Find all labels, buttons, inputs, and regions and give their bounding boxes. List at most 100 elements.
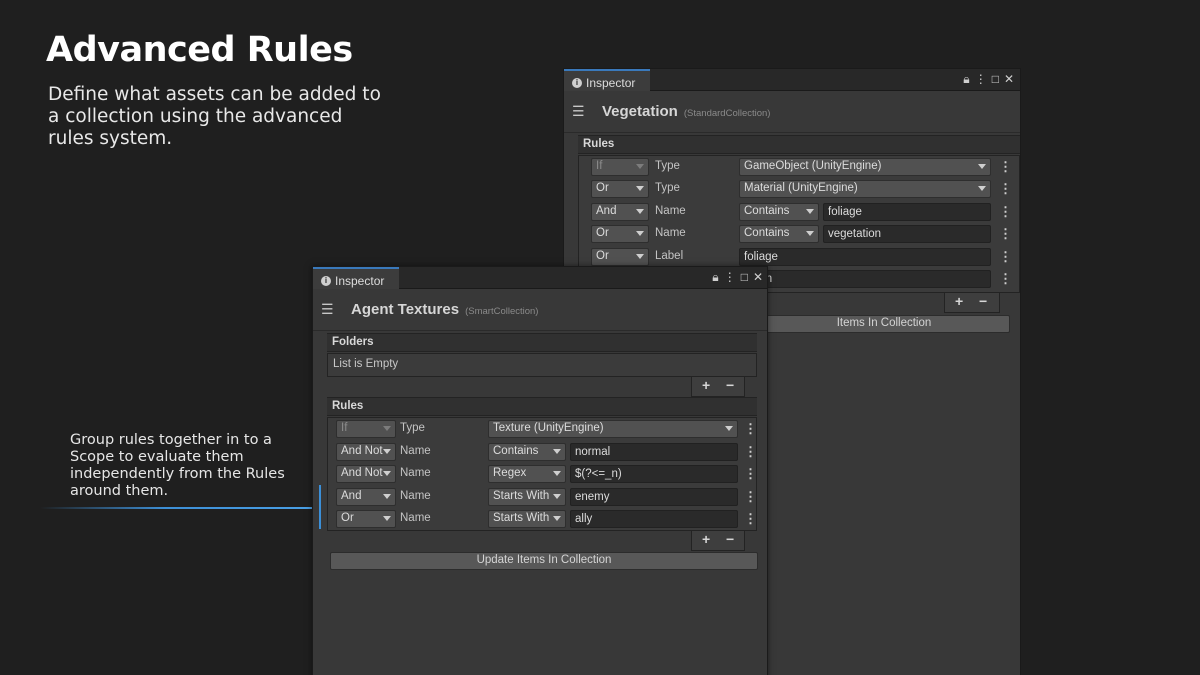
rule-operator-dropdown[interactable]: Or xyxy=(336,510,396,528)
window-controls: 🔒︎ ⋮ □ ✕ xyxy=(712,270,763,285)
rules-section-header[interactable]: Rules xyxy=(327,397,757,416)
rule-text-input[interactable]: vegetation xyxy=(823,225,991,243)
rule-operator-dropdown[interactable]: And xyxy=(336,488,396,506)
add-folder-button[interactable]: + xyxy=(702,377,710,393)
window-controls: 🔒︎ ⋮ □ ✕ xyxy=(963,72,1014,87)
rule-field-label: Name xyxy=(655,227,686,239)
rule-field-label: Name xyxy=(400,512,431,524)
rule-row: Or Type Material (UnityEngine) ⋮ xyxy=(583,178,1015,200)
callout-text: Group rules together in to a Scope to ev… xyxy=(70,432,285,499)
rule-text-input[interactable]: tation xyxy=(739,270,991,288)
collection-title: Vegetation (StandardCollection) xyxy=(602,103,771,120)
rule-row: Or Name Contains vegetation ⋮ xyxy=(583,223,1015,245)
smart-layers-icon: ☰ xyxy=(321,301,334,317)
rule-field-label: Name xyxy=(400,490,431,502)
rule-condition-dropdown[interactable]: Contains xyxy=(739,203,819,221)
rule-value-dropdown[interactable]: Texture (UnityEngine) xyxy=(488,420,738,438)
rule-condition-dropdown[interactable]: Regex xyxy=(488,465,566,483)
slide-subtitle: Define what assets can be added to a col… xyxy=(48,84,381,149)
rules-list: If Type Texture (UnityEngine) ⋮ And Not … xyxy=(327,417,757,531)
rule-text-input[interactable]: foliage xyxy=(739,248,991,266)
tab-label: Inspector xyxy=(335,273,385,288)
rule-condition-dropdown[interactable]: Starts With xyxy=(488,488,566,506)
close-icon[interactable]: ✕ xyxy=(1004,72,1014,87)
rule-row: And Not Name Regex $(?<=_n) ⋮ xyxy=(332,463,757,485)
rule-text-input[interactable]: ally xyxy=(570,510,738,528)
rule-text-input[interactable]: enemy xyxy=(570,488,738,506)
rule-menu-icon[interactable]: ⋮ xyxy=(999,249,1012,265)
rule-row: If Type GameObject (UnityEngine) ⋮ xyxy=(583,156,1015,178)
rule-operator-dropdown[interactable]: Or xyxy=(591,225,649,243)
maximize-icon[interactable]: □ xyxy=(992,72,999,87)
rule-condition-dropdown[interactable]: Starts With xyxy=(488,510,566,528)
remove-rule-button[interactable]: − xyxy=(979,293,987,309)
collection-type: (StandardCollection) xyxy=(683,108,771,119)
tab-bar: i Inspector 🔒︎ ⋮ □ ✕ xyxy=(564,69,1020,91)
rule-condition-dropdown[interactable]: Contains xyxy=(739,225,819,243)
rule-operator-dropdown[interactable]: And xyxy=(591,203,649,221)
rule-operator-dropdown[interactable]: Or xyxy=(591,248,649,266)
tab-bar: i Inspector 🔒︎ ⋮ □ ✕ xyxy=(313,267,767,289)
rule-value-dropdown[interactable]: GameObject (UnityEngine) xyxy=(739,158,991,176)
rule-menu-icon[interactable]: ⋮ xyxy=(999,226,1012,242)
rule-operator-dropdown[interactable]: And Not xyxy=(336,465,396,483)
collection-title: Agent Textures (SmartCollection) xyxy=(351,301,539,318)
rule-menu-icon[interactable]: ⋮ xyxy=(744,489,757,505)
rule-operator-dropdown[interactable]: Or xyxy=(591,180,649,198)
more-icon[interactable]: ⋮ xyxy=(975,72,987,87)
rule-menu-icon[interactable]: ⋮ xyxy=(744,511,757,527)
rule-operator-dropdown[interactable]: And Not xyxy=(336,443,396,461)
slide-title: Advanced Rules xyxy=(46,30,353,70)
collection-header: ☰ Vegetation (StandardCollection) xyxy=(564,91,1020,133)
info-icon: i xyxy=(572,77,582,88)
rule-menu-icon[interactable]: ⋮ xyxy=(744,444,757,460)
rule-menu-icon[interactable]: ⋮ xyxy=(999,271,1012,287)
rule-field-label: Name xyxy=(655,205,686,217)
folders-add-remove: + − xyxy=(691,377,745,397)
lock-icon[interactable]: 🔒︎ xyxy=(712,270,718,285)
collection-type: (SmartCollection) xyxy=(465,306,539,317)
tab-label: Inspector xyxy=(586,75,636,90)
close-icon[interactable]: ✕ xyxy=(753,270,763,285)
rule-menu-icon[interactable]: ⋮ xyxy=(744,421,757,437)
add-rule-button[interactable]: + xyxy=(955,293,963,309)
add-rule-button[interactable]: + xyxy=(702,531,710,547)
rule-row: Or Label foliage ⋮ xyxy=(583,246,1015,268)
rule-text-input[interactable]: foliage xyxy=(823,203,991,221)
rule-menu-icon[interactable]: ⋮ xyxy=(744,466,757,482)
rule-field-label: Type xyxy=(655,182,680,194)
folders-section-header[interactable]: Folders xyxy=(327,333,757,352)
rule-field-label: Name xyxy=(400,467,431,479)
folders-list: List is Empty xyxy=(327,353,757,377)
folders-empty-label: List is Empty xyxy=(333,358,399,370)
lock-icon[interactable]: 🔒︎ xyxy=(963,72,969,87)
rules-section-header[interactable]: Rules xyxy=(578,135,1020,154)
rule-menu-icon[interactable]: ⋮ xyxy=(999,159,1012,175)
info-icon: i xyxy=(321,275,331,286)
rule-text-input[interactable]: $(?<=_n) xyxy=(570,465,738,483)
rules-add-remove: + − xyxy=(691,531,745,551)
update-items-button[interactable]: Update Items In Collection xyxy=(330,552,758,570)
rule-row: And Not Name Contains normal ⋮ xyxy=(332,441,757,463)
callout-pointer-line xyxy=(40,507,318,509)
rule-text-input[interactable]: normal xyxy=(570,443,738,461)
rule-value-dropdown[interactable]: Material (UnityEngine) xyxy=(739,180,991,198)
scope-rule-row: Or Name Starts With ally ⋮ xyxy=(332,508,757,530)
rule-field-label: Name xyxy=(400,445,431,457)
remove-folder-button[interactable]: − xyxy=(726,377,734,393)
maximize-icon[interactable]: □ xyxy=(741,270,748,285)
more-icon[interactable]: ⋮ xyxy=(724,270,736,285)
tab-inspector[interactable]: i Inspector xyxy=(313,267,399,289)
rule-field-label: Label xyxy=(655,250,684,262)
tab-inspector[interactable]: i Inspector xyxy=(564,69,650,91)
rule-menu-icon[interactable]: ⋮ xyxy=(999,181,1012,197)
rule-menu-icon[interactable]: ⋮ xyxy=(999,204,1012,220)
scope-rule-row: And Name Starts With enemy ⋮ xyxy=(332,486,757,508)
remove-rule-button[interactable]: − xyxy=(726,531,734,547)
rule-field-label: Type xyxy=(400,422,425,434)
rule-condition-dropdown[interactable]: Contains xyxy=(488,443,566,461)
rule-operator-dropdown[interactable]: If xyxy=(336,420,396,438)
layers-icon: ☰ xyxy=(572,103,585,119)
rule-operator-dropdown[interactable]: If xyxy=(591,158,649,176)
rule-field-label: Type xyxy=(655,160,680,172)
